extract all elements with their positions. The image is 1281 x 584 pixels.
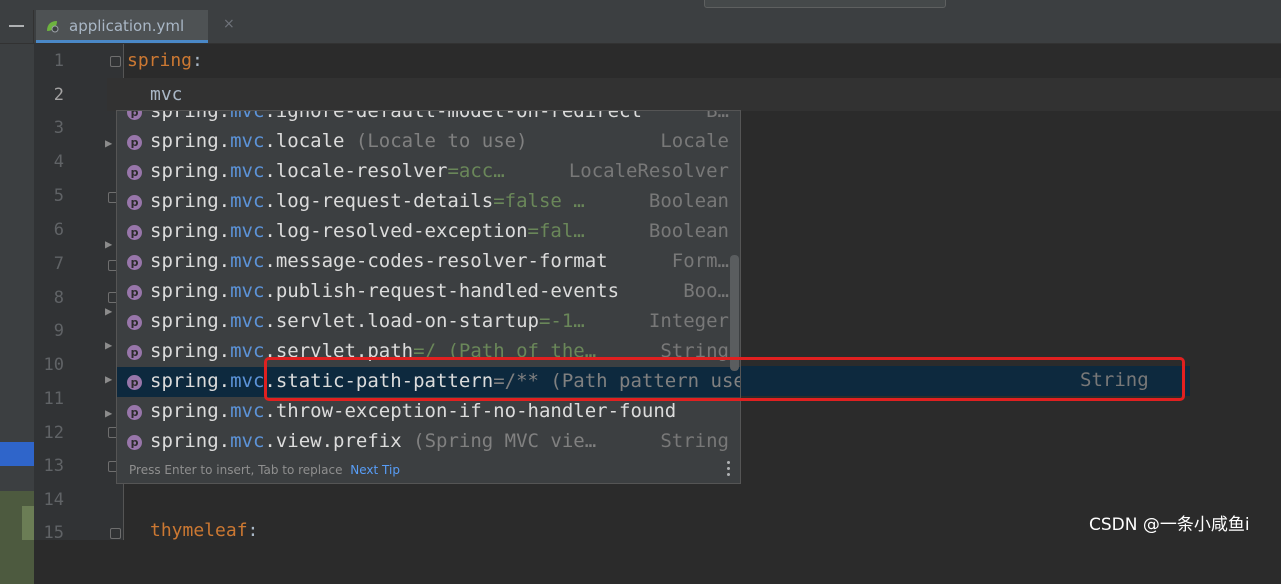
- tab-divider: [33, 10, 34, 43]
- line-number: 9: [53, 321, 64, 341]
- line-number: 6: [53, 220, 64, 240]
- current-line-highlight: [107, 78, 1281, 111]
- selected-item-type: String: [1080, 369, 1149, 391]
- completion-item-text: spring.mvc.ignore-default-model-on-redir…: [150, 110, 642, 122]
- line-number: 8: [53, 288, 64, 308]
- completion-item-type: String: [660, 340, 729, 362]
- fold-arrow-icon[interactable]: ▶: [105, 338, 112, 352]
- completion-item-text: spring.mvc.servlet.path=/ (Path of the…: [150, 340, 597, 362]
- completion-item-type: B…: [706, 110, 729, 122]
- property-icon: p: [127, 165, 142, 180]
- completion-item-text: spring.mvc.publish-request-handled-event…: [150, 280, 620, 302]
- line-number: 4: [53, 152, 64, 172]
- completion-item[interactable]: p spring.mvc.ignore-default-model-on-red…: [117, 110, 740, 127]
- property-icon: p: [127, 225, 142, 240]
- property-icon: p: [127, 405, 142, 420]
- close-icon[interactable]: ×: [223, 16, 235, 32]
- completion-item-type: Integer: [648, 310, 729, 332]
- property-icon: p: [127, 435, 142, 450]
- spring-leaf-icon: [47, 21, 59, 33]
- watermark: CSDN @一条小咸鱼i: [1089, 515, 1250, 535]
- property-icon: p: [127, 135, 142, 150]
- footer-hint: Press Enter to insert, Tab to replace: [129, 463, 343, 477]
- fold-marker-icon[interactable]: [110, 528, 121, 539]
- code-line-1[interactable]: spring:: [127, 50, 203, 71]
- completion-item-text: spring.mvc.locale (Locale to use): [150, 130, 528, 152]
- completion-item-text: spring.mvc.log-request-details=false …: [150, 190, 585, 212]
- yaml-key-thymeleaf: thymeleaf: [150, 520, 248, 541]
- line-number: 12: [43, 423, 64, 443]
- line-number: 13: [43, 456, 64, 476]
- line-number-current: 2: [53, 85, 64, 105]
- property-icon: p: [127, 345, 142, 360]
- completion-item[interactable]: p spring.mvc.log-request-details=false ……: [117, 187, 740, 217]
- completion-item[interactable]: p spring.mvc.servlet.load-on-startup=-1……: [117, 307, 740, 337]
- property-icon: p: [127, 195, 142, 210]
- run-config-combo[interactable]: [704, 0, 946, 8]
- completion-item-type: String: [660, 430, 729, 452]
- line-number: 3: [53, 118, 64, 138]
- project-side-panel: [0, 44, 34, 584]
- line-number: 7: [53, 254, 64, 274]
- property-icon: p: [127, 315, 142, 330]
- tab-label: application.yml: [69, 17, 185, 35]
- completion-item-text: spring.mvc.log-resolved-exception=fal…: [150, 220, 585, 242]
- typed-text-mvc: mvc: [150, 84, 183, 105]
- line-number: 14: [43, 490, 64, 510]
- fold-arrow-icon[interactable]: ▶: [105, 237, 112, 251]
- completion-item-text: spring.mvc.view.prefix (Spring MVC vie…: [150, 430, 597, 452]
- fold-arrow-icon[interactable]: ▶: [105, 304, 112, 318]
- property-icon: p: [127, 285, 142, 300]
- property-icon: p: [127, 111, 142, 120]
- fold-arrow-icon[interactable]: ▶: [105, 372, 112, 386]
- completion-item[interactable]: p spring.mvc.view.prefix (Spring MVC vie…: [117, 427, 740, 457]
- next-tip-link[interactable]: Next Tip: [350, 463, 400, 477]
- completion-item-type: Boolean: [648, 220, 729, 242]
- completion-item-type: Boo…: [683, 280, 729, 302]
- fold-marker-icon[interactable]: [110, 56, 121, 67]
- completion-footer: Press Enter to insert, Tab to replace Ne…: [129, 463, 400, 477]
- completion-item-type: LocaleResolver: [568, 160, 729, 182]
- line-number: 5: [53, 186, 64, 206]
- completion-item-type: Boolean: [648, 190, 729, 212]
- completion-item[interactable]: p spring.mvc.locale-resolver=acc… Locale…: [117, 157, 740, 187]
- yaml-colon: :: [247, 520, 259, 541]
- completion-item[interactable]: p spring.mvc.servlet.path=/ (Path of the…: [117, 337, 740, 367]
- completion-item[interactable]: p spring.mvc.locale (Locale to use) Loca…: [117, 127, 740, 157]
- completion-item-type: Locale: [660, 130, 729, 152]
- yaml-colon: :: [192, 50, 203, 71]
- tab-application-yml[interactable]: application.yml ×: [36, 10, 235, 43]
- completion-item-type: Form…: [671, 250, 729, 272]
- line-number: 15: [43, 523, 64, 543]
- minimize-icon[interactable]: [9, 25, 24, 27]
- code-line-15[interactable]: thymeleaf:: [150, 520, 258, 541]
- completion-item-text: spring.mvc.static-path-pattern=/** (Path…: [150, 370, 740, 392]
- completion-item[interactable]: p spring.mvc.message-codes-resolver-form…: [117, 247, 740, 277]
- completion-item-text: spring.mvc.message-codes-resolver-format: [150, 250, 608, 272]
- completion-item-selected[interactable]: p spring.mvc.static-path-pattern=/** (Pa…: [117, 367, 740, 397]
- completion-popup: p spring.mvc.ignore-default-model-on-red…: [116, 110, 741, 484]
- property-icon: p: [127, 375, 142, 390]
- panel-highlight-marker: [22, 506, 34, 540]
- fold-arrow-icon[interactable]: ▶: [105, 136, 112, 150]
- popup-scrollbar[interactable]: [730, 255, 739, 371]
- yaml-key-spring: spring: [127, 50, 193, 71]
- editor-tab-bar: application.yml ×: [0, 10, 1281, 44]
- line-number: 11: [43, 389, 64, 409]
- completion-item-text: spring.mvc.throw-exception-if-no-handler…: [150, 400, 677, 422]
- code-line-2[interactable]: mvc: [150, 84, 183, 105]
- completion-item[interactable]: p spring.mvc.log-resolved-exception=fal……: [117, 217, 740, 247]
- fold-arrow-icon[interactable]: ▶: [105, 406, 112, 420]
- selected-tree-item[interactable]: [0, 442, 34, 466]
- line-number: 10: [43, 355, 64, 375]
- completion-item-text: spring.mvc.servlet.load-on-startup=-1…: [150, 310, 585, 332]
- completion-item[interactable]: p spring.mvc.throw-exception-if-no-handl…: [117, 397, 740, 427]
- property-icon: p: [127, 255, 142, 270]
- completion-item-text: spring.mvc.locale-resolver=acc…: [150, 160, 505, 182]
- line-number: 1: [53, 51, 64, 71]
- completion-item[interactable]: p spring.mvc.publish-request-handled-eve…: [117, 277, 740, 307]
- more-options-icon[interactable]: [727, 461, 731, 479]
